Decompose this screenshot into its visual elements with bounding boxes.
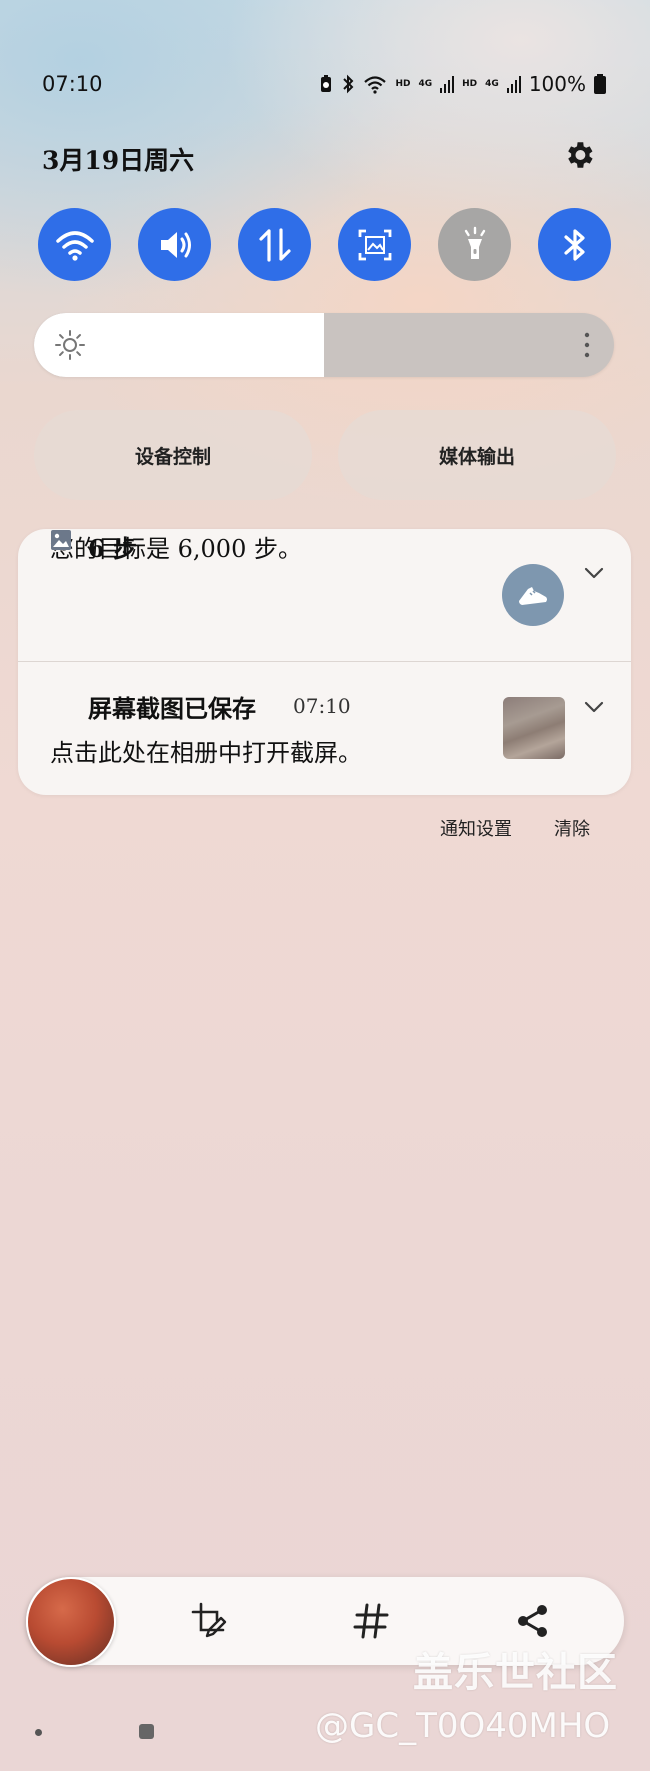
status-time: 07:10: [42, 72, 103, 96]
image-icon: [51, 530, 71, 550]
mobile-data-toggle[interactable]: [238, 208, 311, 281]
date-label: 3月19日周六: [42, 146, 195, 175]
nav-recents-icon[interactable]: [139, 1724, 154, 1739]
hd-label-1: HD: [395, 79, 411, 89]
share-icon: [518, 1605, 547, 1637]
hashtag-icon: [353, 1603, 389, 1639]
battery-percent: 100%: [528, 72, 586, 96]
edit-crop-button[interactable]: [186, 1599, 230, 1643]
chevron-down-icon[interactable]: [582, 699, 606, 715]
flashlight-toggle[interactable]: [438, 208, 511, 281]
sound-icon: [160, 231, 191, 258]
more-options-icon[interactable]: [584, 332, 590, 358]
bluetooth-icon: [563, 228, 585, 261]
device-control-button[interactable]: 设备控制: [34, 410, 312, 500]
watermark-handle: @GC_T0O40MHO: [315, 1706, 611, 1746]
flashlight-icon: [464, 226, 485, 259]
screenshot-thumbnail[interactable]: [503, 697, 565, 759]
screenshot-notification-body: 点击此处在相册中打开截屏。: [50, 739, 362, 767]
signal-icon: [506, 76, 521, 93]
hd-label-2: HD: [462, 79, 478, 89]
screenshot-toggle[interactable]: [338, 208, 411, 281]
wifi-icon: [364, 76, 387, 94]
screenshot-preview[interactable]: [26, 1577, 116, 1667]
media-output-button[interactable]: 媒体输出: [338, 410, 616, 500]
edit-crop-icon: [191, 1602, 227, 1638]
notification-card: 6 步 您的目标是 6,000 步。 屏幕截图已保存 07:10 点击此处在相册…: [18, 529, 631, 795]
gear-icon[interactable]: [562, 138, 596, 172]
battery-saver-icon: [321, 75, 332, 92]
wifi-toggle[interactable]: [38, 208, 111, 281]
hashtag-button[interactable]: [349, 1599, 393, 1643]
sound-toggle[interactable]: [138, 208, 211, 281]
step-notification-body: 您的目标是 6,000 步。: [50, 535, 302, 563]
shoe-action-button[interactable]: [502, 564, 564, 626]
screenshot-notification-time: 07:10: [293, 694, 351, 718]
clear-button[interactable]: 清除: [554, 815, 590, 841]
network-label-1: 4G: [418, 79, 433, 89]
bluetooth-icon: [343, 74, 354, 94]
status-icons: HD 4G HD 4G 100%: [319, 72, 606, 96]
screenshot-notification-title: 屏幕截图已保存: [88, 694, 256, 723]
network-label-2: 4G: [485, 79, 499, 89]
mobile-data-icon: [258, 227, 291, 262]
nav-dot: [35, 1729, 42, 1736]
signal-icon: [440, 76, 455, 93]
screenshot-icon: [358, 229, 391, 260]
battery-icon: [594, 74, 606, 94]
brightness-slider[interactable]: [34, 313, 614, 377]
sun-icon: [55, 330, 85, 360]
wifi-icon: [55, 230, 94, 261]
notification-settings-button[interactable]: 通知设置: [440, 815, 512, 841]
shoe-icon: [519, 587, 547, 605]
watermark-title: 盖乐世社区: [413, 1650, 618, 1696]
chevron-down-icon[interactable]: [582, 565, 606, 581]
bluetooth-toggle[interactable]: [538, 208, 611, 281]
quick-settings-row: [38, 208, 611, 281]
share-button[interactable]: [511, 1599, 555, 1643]
